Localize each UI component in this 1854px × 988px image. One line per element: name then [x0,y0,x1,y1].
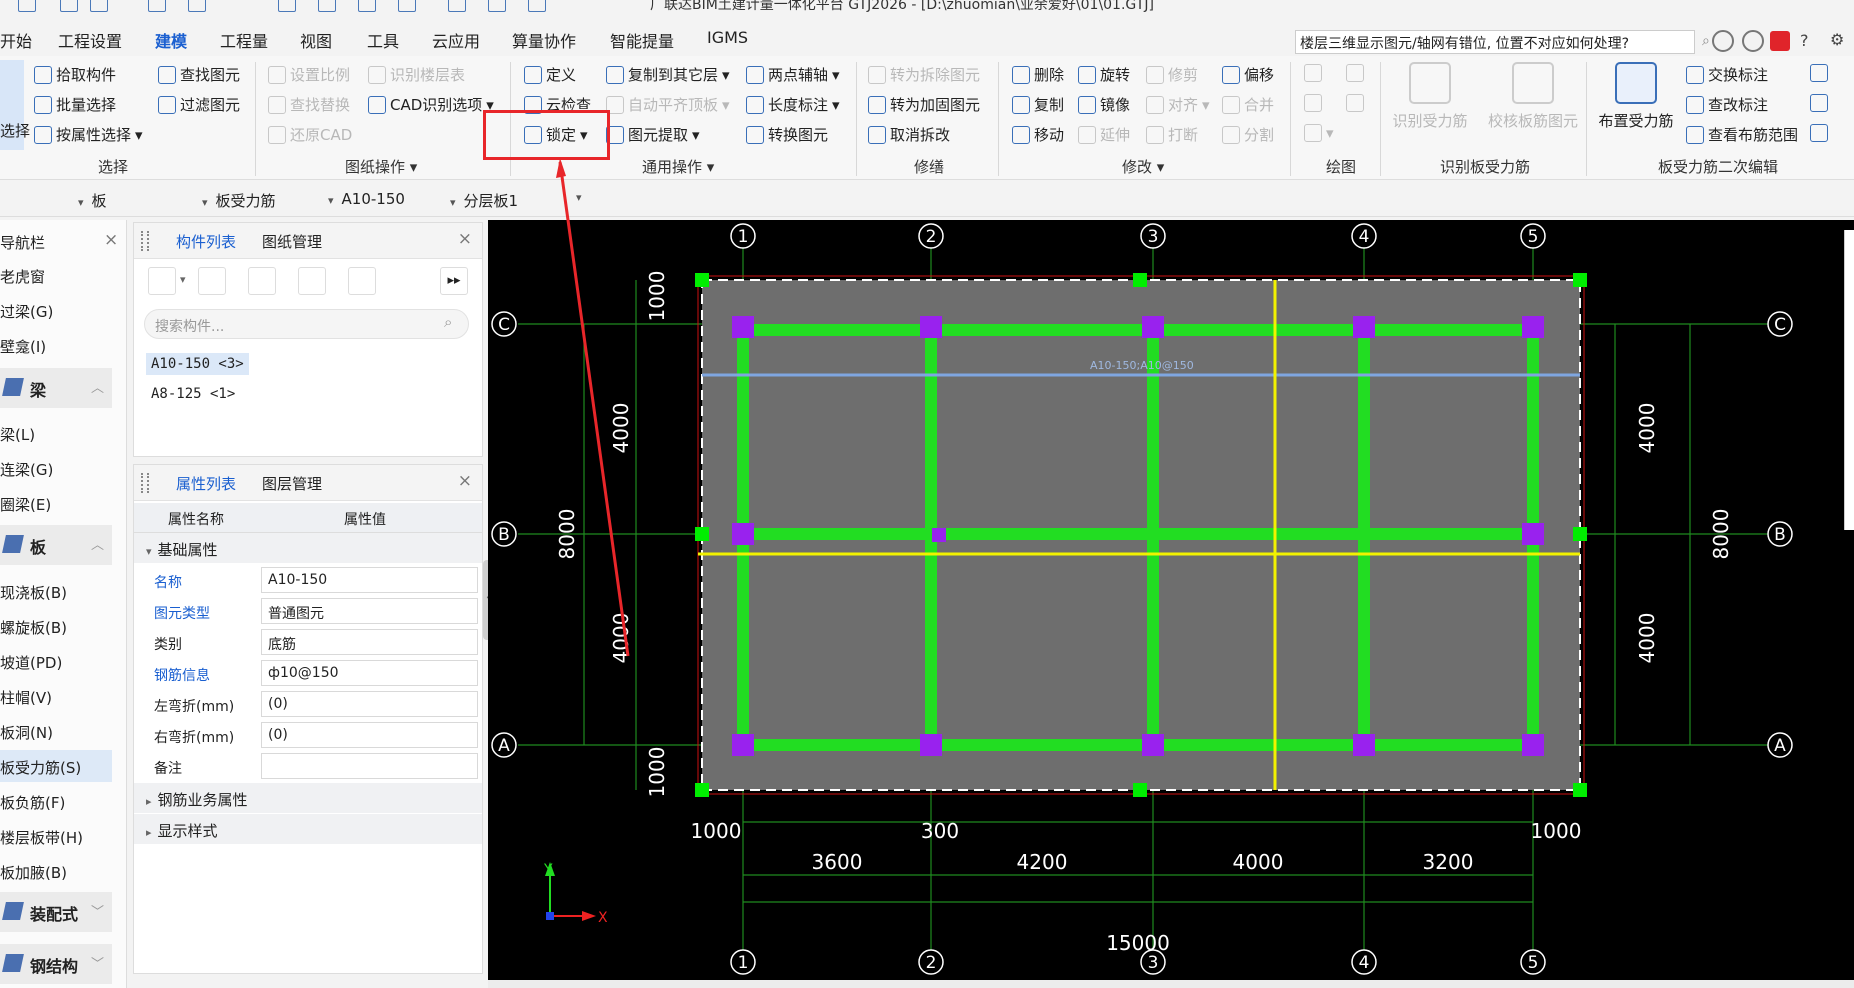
annotation-arrow [556,158,630,657]
status-bar [488,980,1854,988]
right-side-panel[interactable] [1844,230,1854,530]
